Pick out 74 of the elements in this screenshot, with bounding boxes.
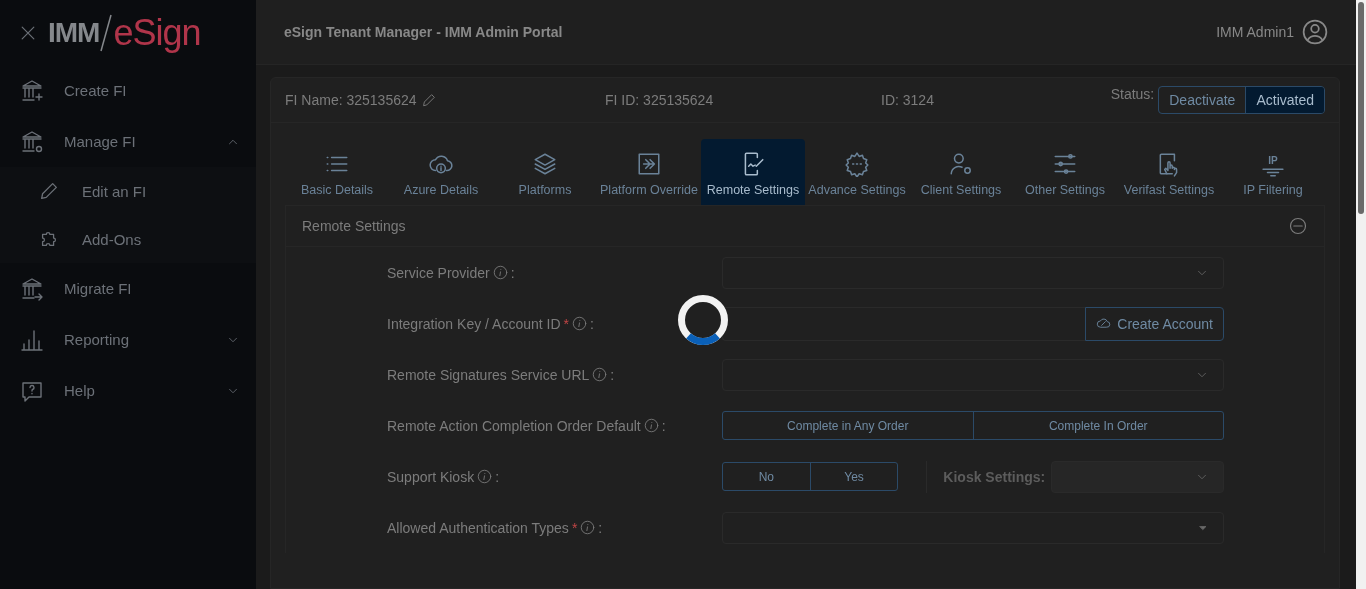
- settings-tab[interactable]: Client Settings: [909, 139, 1013, 205]
- label-colon: :: [661, 417, 666, 434]
- settings-tab[interactable]: Azure Details: [389, 139, 493, 205]
- ground-lines-icon: [1262, 168, 1284, 177]
- create-account-button[interactable]: Create Account: [1085, 306, 1224, 341]
- settings-tab[interactable]: Platform Override: [597, 139, 701, 205]
- minus-circle-icon[interactable]: [1288, 216, 1308, 236]
- toggle-option[interactable]: Complete in Any Order: [723, 412, 973, 439]
- user-name: IMM Admin1: [1216, 24, 1294, 40]
- nav-item[interactable]: Manage FI: [0, 116, 256, 167]
- cloud-pencil-icon: [1096, 316, 1112, 331]
- label-colon: :: [598, 519, 603, 536]
- settings-tab[interactable]: Platforms: [493, 139, 597, 205]
- info-icon[interactable]: [580, 520, 596, 535]
- nav-subitem[interactable]: Edit an FI: [0, 167, 256, 215]
- user-gear-icon: [948, 151, 974, 177]
- pencil-icon[interactable]: [420, 92, 437, 108]
- label-colon: :: [510, 264, 515, 281]
- toggle-option[interactable]: No: [723, 463, 810, 490]
- settings-tab[interactable]: Remote Settings: [701, 139, 805, 205]
- select-field[interactable]: [722, 358, 1224, 391]
- bar-chart-icon: [20, 327, 44, 352]
- record-id: ID: 3124: [881, 92, 935, 108]
- field-label: Remote Signatures Service URL: [387, 366, 590, 383]
- info-icon[interactable]: [572, 316, 587, 331]
- nav-subitem[interactable]: Add-Ons: [0, 215, 256, 263]
- settings-tab[interactable]: IP IP Filtering: [1221, 139, 1325, 205]
- gear-icon: [844, 151, 870, 177]
- page-title: eSign Tenant Manager - IMM Admin Portal: [284, 24, 564, 40]
- pencil-icon: [38, 180, 60, 202]
- field-label: Service Provider: [387, 264, 490, 281]
- field-label: Allowed Authentication Types: [387, 519, 569, 536]
- toggle-option[interactable]: Yes: [809, 463, 898, 490]
- logo: IMM eSign: [48, 11, 201, 54]
- field-label: Kiosk Settings:: [943, 468, 1046, 485]
- info-icon[interactable]: [643, 418, 659, 433]
- fi-id: FI ID: 325135624: [605, 92, 715, 108]
- required-mark: *: [571, 519, 578, 536]
- field-label: Support Kiosk: [387, 468, 475, 485]
- select-field[interactable]: [722, 256, 1224, 289]
- settings-tab[interactable]: Basic Details: [285, 139, 389, 205]
- scrollbar-thumb[interactable]: [1358, 2, 1364, 214]
- input-field[interactable]: [722, 306, 1086, 341]
- info-icon[interactable]: [492, 265, 508, 280]
- field-label: Integration Key / Account ID: [387, 315, 561, 332]
- arrow-box-icon: [636, 151, 662, 177]
- icon-label: IP: [1268, 156, 1278, 166]
- nav-item[interactable]: Migrate FI: [0, 263, 256, 314]
- toggle-option[interactable]: Complete In Order: [972, 412, 1223, 439]
- label-colon: :: [590, 315, 594, 332]
- nav-item[interactable]: Reporting: [0, 314, 256, 365]
- fi-name: FI Name: 325135624: [285, 92, 417, 108]
- status-option[interactable]: Activated: [1245, 87, 1324, 113]
- bank-plus-icon: [20, 78, 44, 103]
- status-option[interactable]: Deactivate: [1159, 87, 1246, 113]
- settings-tab[interactable]: Advance Settings: [805, 139, 909, 205]
- multiselect-field[interactable]: [722, 511, 1224, 544]
- nav-item[interactable]: Help: [0, 365, 256, 416]
- settings-tab[interactable]: Other Settings: [1013, 139, 1117, 205]
- user-icon[interactable]: [1302, 19, 1328, 45]
- bank-gear-icon: [20, 129, 44, 154]
- status-label: Status:: [1110, 86, 1155, 102]
- label-colon: :: [495, 468, 500, 485]
- nav-item[interactable]: Create FI: [0, 65, 256, 116]
- required-mark: *: [563, 315, 569, 332]
- bank-arrow-icon: [20, 276, 44, 301]
- sliders-icon: [1052, 151, 1078, 177]
- layers-icon: [532, 151, 558, 177]
- info-icon[interactable]: [477, 469, 493, 484]
- info-icon[interactable]: [592, 367, 608, 382]
- label-colon: :: [610, 366, 615, 383]
- settings-tab[interactable]: Verifast Settings: [1117, 139, 1221, 205]
- field-label: Remote Action Completion Order Default: [387, 417, 641, 434]
- section-title: Remote Settings: [302, 218, 407, 234]
